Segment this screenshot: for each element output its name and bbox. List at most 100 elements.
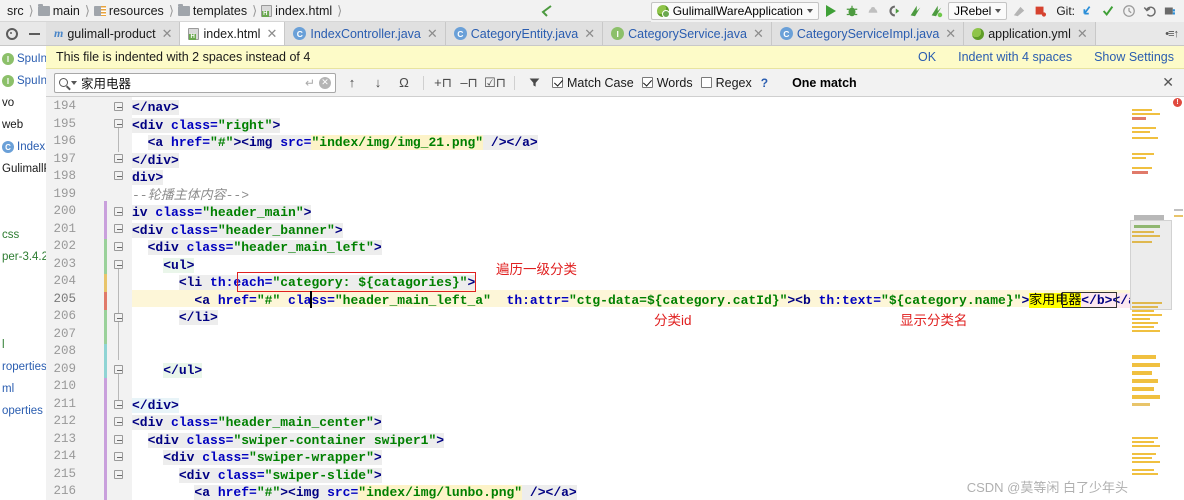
editor-scrollbar-thumb[interactable]	[1130, 220, 1172, 310]
sidebar-item-ml[interactable]: ml	[0, 378, 46, 400]
code-text-area[interactable]: </nav> <div class="right"> <a href="#"><…	[132, 97, 1184, 500]
close-icon[interactable]: ✕	[584, 26, 595, 42]
find-next-icon[interactable]: ↓	[368, 73, 388, 93]
line-number: 203	[53, 256, 76, 271]
sidebar-item-l[interactable]: l	[0, 334, 46, 356]
fold-marker-icon[interactable]	[114, 242, 123, 251]
match-case-label: Match Case	[567, 75, 634, 90]
sidebar-item-vo[interactable]: vo	[0, 92, 46, 114]
close-icon[interactable]: ✕	[945, 26, 956, 42]
regex-help-icon[interactable]: ?	[761, 76, 768, 90]
fold-marker-icon[interactable]	[114, 400, 123, 409]
jrebel-run-icon[interactable]	[906, 2, 924, 20]
git-history-icon[interactable]	[1120, 2, 1138, 20]
run-with-coverage-button[interactable]	[864, 2, 882, 20]
breadcrumb-item-src[interactable]: src ⟩	[4, 3, 38, 19]
fold-marker-icon[interactable]	[114, 224, 123, 233]
code-line-194: </nav>	[132, 100, 179, 115]
editor-gutter[interactable]: 194 195 196 197 198 199 200 201 202 203 …	[46, 97, 132, 500]
sidebar-item-css[interactable]: css	[0, 224, 46, 246]
code-editor[interactable]: 194 195 196 197 198 199 200 201 202 203 …	[46, 97, 1184, 500]
close-icon[interactable]: ✕	[1077, 26, 1088, 42]
sidebar-item-spuin-1[interactable]: I SpuIn	[0, 48, 46, 70]
close-icon[interactable]: ✕	[753, 26, 764, 42]
fold-marker-icon[interactable]	[114, 435, 123, 444]
select-all-icon[interactable]: ☑⊓	[484, 73, 506, 93]
vcs-change-marker	[104, 378, 107, 424]
code-line-211: </div>	[132, 397, 179, 413]
git-branch-icon[interactable]	[1162, 2, 1180, 20]
tab-category-service-java[interactable]: I CategoryService.java ✕	[603, 22, 772, 45]
sidebar-item-properties-1[interactable]: roperties	[0, 356, 46, 378]
close-icon[interactable]: ✕	[162, 26, 173, 42]
breadcrumb-item-resources[interactable]: resources ⟩	[93, 3, 178, 19]
spring-yaml-icon	[972, 27, 985, 40]
tab-list-icon[interactable]: •≡↑	[1165, 28, 1179, 40]
fold-marker-icon[interactable]	[114, 417, 123, 426]
git-update-project-icon[interactable]	[1078, 2, 1096, 20]
git-commit-icon[interactable]	[1099, 2, 1117, 20]
run-button[interactable]	[822, 2, 840, 20]
breadcrumb-item-main[interactable]: main ⟩	[37, 3, 94, 19]
search-history-chevron-icon[interactable]	[71, 80, 77, 85]
tab-category-entity-java[interactable]: C CategoryEntity.java ✕	[445, 22, 604, 45]
debug-button[interactable]	[843, 2, 861, 20]
fold-marker-icon[interactable]	[114, 207, 123, 216]
tab-index-controller-java[interactable]: C IndexController.java ✕	[285, 22, 446, 45]
sidebar-item-index[interactable]: C Index	[0, 136, 46, 158]
match-case-checkbox[interactable]: Match Case	[552, 76, 634, 90]
words-checkbox[interactable]: Words	[641, 76, 693, 90]
run-configuration-selector[interactable]: GulimallWareApplication	[650, 2, 819, 20]
fold-marker-icon[interactable]	[114, 102, 123, 111]
find-previous-icon[interactable]: ↑	[342, 73, 362, 93]
annotation-text-traverse: 遍历一级分类	[496, 262, 577, 277]
add-selection-icon[interactable]: +⊓	[433, 73, 453, 93]
fold-marker-icon[interactable]	[114, 119, 123, 128]
jrebel-debug-icon[interactable]	[927, 2, 945, 20]
tab-gulimall-product[interactable]: m gulimall-product ✕	[46, 22, 181, 45]
notification-ok-link[interactable]: OK	[918, 50, 936, 64]
stop-button[interactable]	[1010, 2, 1028, 20]
fold-marker-icon[interactable]	[114, 470, 123, 479]
gear-icon[interactable]	[5, 27, 18, 40]
sidebar-item-properties-2[interactable]: operties	[0, 400, 46, 422]
fold-marker-icon[interactable]	[114, 171, 123, 180]
notification-indent-link[interactable]: Indent with 4 spaces	[958, 50, 1072, 64]
close-icon[interactable]: ✕	[427, 26, 438, 42]
tab-index-html[interactable]: index.html ✕	[180, 22, 286, 45]
breadcrumb-item-index-html[interactable]: index.html ⟩	[261, 3, 346, 19]
fold-marker-icon[interactable]	[114, 154, 123, 163]
git-rollback-icon[interactable]	[1141, 2, 1159, 20]
build-button[interactable]	[1031, 2, 1049, 20]
sidebar-item-swiper[interactable]: per-3.4.2.	[0, 246, 46, 268]
tab-application-yml[interactable]: application.yml ✕	[964, 22, 1096, 45]
filter-icon[interactable]	[524, 73, 544, 93]
error-stripe[interactable]: !	[1172, 97, 1184, 500]
close-find-icon[interactable]: ✕	[1162, 74, 1176, 91]
error-count-badge[interactable]: !	[1173, 98, 1182, 107]
remove-selection-icon[interactable]: ‒⊓	[459, 73, 479, 93]
profile-button[interactable]	[885, 2, 903, 20]
breadcrumb-separator-icon: ⟩	[337, 2, 343, 18]
tab-category-service-impl-java[interactable]: C CategoryServiceImpl.java ✕	[771, 22, 965, 45]
select-all-occurrences-icon[interactable]: Ω	[394, 73, 414, 93]
fold-marker-icon[interactable]	[114, 313, 123, 322]
fold-marker-icon[interactable]	[114, 365, 123, 374]
sidebar-item-gulimallp[interactable]: GulimallP	[0, 158, 46, 180]
clear-icon[interactable]: ✕	[319, 76, 331, 89]
breadcrumb-label: src	[7, 3, 24, 18]
hide-icon[interactable]	[29, 32, 41, 35]
jrebel-selector[interactable]: JRebel	[947, 2, 1008, 20]
close-icon[interactable]: ✕	[266, 26, 277, 42]
hide-toolbar-arrow-icon[interactable]	[538, 3, 554, 22]
code-line-200: iv class="header_main">	[132, 205, 312, 220]
sidebar-item-web[interactable]: web	[0, 114, 46, 136]
fold-marker-icon[interactable]	[114, 452, 123, 461]
notification-settings-link[interactable]: Show Settings	[1094, 50, 1174, 64]
fold-marker-icon[interactable]	[114, 260, 123, 269]
regex-checkbox[interactable]: Regex	[700, 76, 752, 90]
search-input[interactable]: 家用电器 ↵ ✕	[54, 72, 336, 93]
breadcrumb-item-templates[interactable]: templates ⟩	[177, 3, 261, 19]
sidebar-item-spuin-2[interactable]: I SpuIn	[0, 70, 46, 92]
spring-boot-icon	[656, 5, 670, 18]
